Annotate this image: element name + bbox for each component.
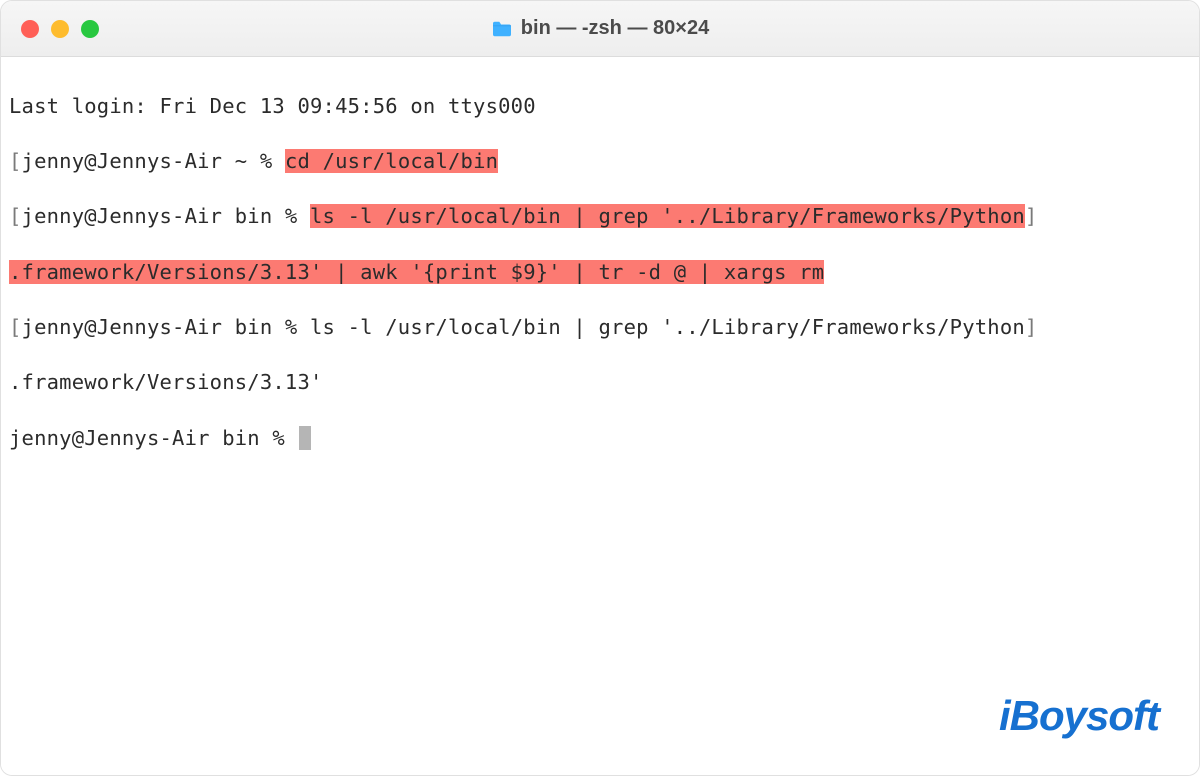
terminal-line: Last login: Fri Dec 13 09:45:56 on ttys0…: [9, 93, 1191, 121]
close-button[interactable]: [21, 20, 39, 38]
prompt-text: jenny@Jennys-Air bin %: [9, 426, 297, 450]
prompt-text: jenny@Jennys-Air ~ %: [22, 149, 285, 173]
terminal-line: .framework/Versions/3.13' | awk '{print …: [9, 259, 1191, 287]
cursor: [299, 426, 311, 450]
terminal-line: jenny@Jennys-Air bin %: [9, 425, 1191, 453]
watermark-text: iBoysoft: [999, 692, 1159, 739]
prompt-text: jenny@Jennys-Air bin %: [22, 204, 310, 228]
window-title: bin — -zsh — 80×24: [521, 17, 709, 40]
highlighted-command: ls -l /usr/local/bin | grep '../Library/…: [310, 204, 1025, 228]
bracket-open: [: [9, 315, 22, 339]
highlighted-command: .framework/Versions/3.13' | awk '{print …: [9, 260, 824, 284]
bracket-open: [: [9, 204, 22, 228]
folder-icon: [491, 20, 513, 38]
command-text: .framework/Versions/3.13': [9, 370, 323, 394]
terminal-output[interactable]: Last login: Fri Dec 13 09:45:56 on ttys0…: [1, 57, 1199, 775]
command-text: ls -l /usr/local/bin | grep '../Library/…: [310, 315, 1025, 339]
terminal-line: .framework/Versions/3.13': [9, 369, 1191, 397]
last-login-text: Last login: Fri Dec 13 09:45:56 on ttys0…: [9, 94, 536, 118]
terminal-line: [jenny@Jennys-Air ~ % cd /usr/local/bin: [9, 148, 1191, 176]
terminal-window: bin — -zsh — 80×24 Last login: Fri Dec 1…: [0, 0, 1200, 776]
terminal-line: [jenny@Jennys-Air bin % ls -l /usr/local…: [9, 203, 1191, 231]
terminal-line: [jenny@Jennys-Air bin % ls -l /usr/local…: [9, 314, 1191, 342]
window-title-wrap: bin — -zsh — 80×24: [1, 17, 1199, 40]
traffic-lights: [21, 20, 99, 38]
titlebar: bin — -zsh — 80×24: [1, 1, 1199, 57]
bracket-close: ]: [1025, 204, 1038, 228]
maximize-button[interactable]: [81, 20, 99, 38]
watermark-logo: iBoysoft: [999, 688, 1159, 745]
bracket-close: ]: [1025, 315, 1038, 339]
minimize-button[interactable]: [51, 20, 69, 38]
prompt-text: jenny@Jennys-Air bin %: [22, 315, 310, 339]
highlighted-command: cd /usr/local/bin: [285, 149, 498, 173]
bracket-open: [: [9, 149, 22, 173]
